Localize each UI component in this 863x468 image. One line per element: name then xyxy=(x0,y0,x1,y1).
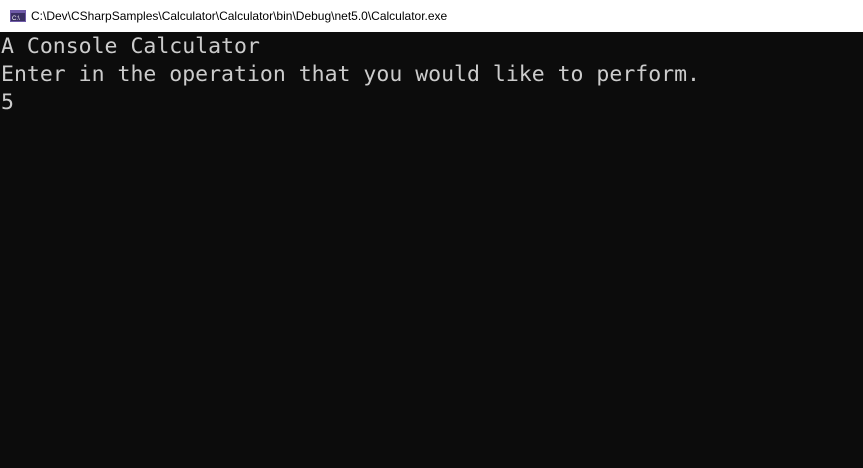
svg-text:C:\: C:\ xyxy=(12,16,20,22)
console-line: A Console Calculator xyxy=(1,34,260,59)
console-line: Enter in the operation that you would li… xyxy=(1,62,700,87)
console-input-line[interactable]: 5 xyxy=(1,89,863,117)
window-title: C:\Dev\CSharpSamples\Calculator\Calculat… xyxy=(31,9,448,23)
console-output[interactable]: A Console Calculator Enter in the operat… xyxy=(0,32,863,468)
console-window: C:\ C:\Dev\CSharpSamples\Calculator\Calc… xyxy=(0,0,863,468)
console-app-icon: C:\ xyxy=(10,10,26,22)
title-bar[interactable]: C:\ C:\Dev\CSharpSamples\Calculator\Calc… xyxy=(0,0,863,32)
